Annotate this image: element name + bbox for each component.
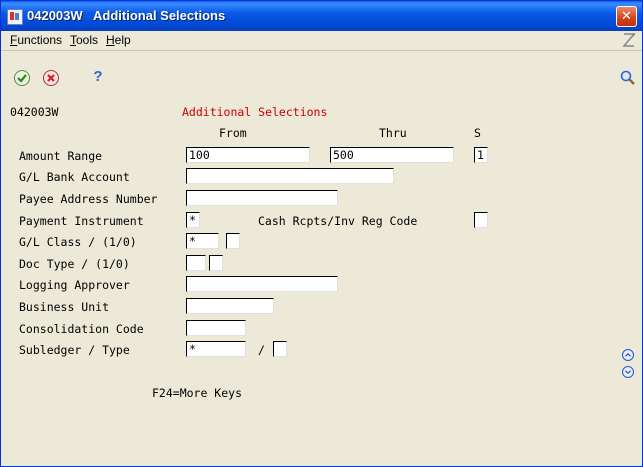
payee-address-number-input[interactable] bbox=[186, 190, 338, 206]
amount-from-input[interactable]: 100 bbox=[186, 147, 310, 163]
jde-logo-icon bbox=[622, 33, 636, 47]
cash-rcpts-code-label: Cash Rcpts/Inv Reg Code bbox=[258, 214, 418, 228]
menu-functions-rest: unctions bbox=[17, 33, 63, 47]
check-icon[interactable] bbox=[13, 69, 31, 87]
menu-help-rest: elp bbox=[114, 33, 131, 47]
menu-help[interactable]: Help bbox=[106, 33, 131, 47]
close-icon: ✕ bbox=[621, 9, 632, 24]
question-icon[interactable]: ? bbox=[89, 68, 107, 86]
menu-tools-rest: ools bbox=[76, 33, 99, 47]
consolidation-code-input[interactable] bbox=[186, 320, 246, 336]
gl-bank-account-label: G/L Bank Account bbox=[19, 170, 130, 184]
business-unit-label: Business Unit bbox=[19, 300, 110, 314]
payee-address-number-label: Payee Address Number bbox=[19, 192, 158, 206]
title-bar: 042003W Additional Selections ✕ bbox=[1, 1, 642, 31]
subledger-type-input[interactable] bbox=[273, 341, 287, 357]
app-icon bbox=[7, 9, 23, 25]
scroll-up-icon[interactable] bbox=[622, 349, 634, 361]
column-thru: Thru bbox=[379, 126, 407, 140]
doc-type-label: Doc Type / (1/0) bbox=[19, 257, 130, 271]
amount-thru-input[interactable]: 500 bbox=[330, 147, 454, 163]
toolbar: ? bbox=[1, 51, 642, 99]
consolidation-code-label: Consolidation Code bbox=[19, 322, 144, 336]
form-content: 042003W Additional Selections From Thru … bbox=[1, 99, 642, 466]
column-s: S bbox=[474, 126, 481, 140]
logging-approver-label: Logging Approver bbox=[19, 278, 130, 292]
payment-instrument-label: Payment Instrument bbox=[19, 214, 144, 228]
menu-bar: Functions Tools Help bbox=[1, 31, 642, 51]
gl-class-flag-input[interactable] bbox=[226, 233, 240, 249]
payment-instrument-input[interactable]: * bbox=[186, 212, 200, 228]
form-id: 042003W bbox=[10, 105, 59, 119]
gl-bank-account-input[interactable] bbox=[186, 168, 394, 184]
business-unit-input[interactable] bbox=[186, 298, 274, 314]
application-window: 042003W Additional Selections ✕ Function… bbox=[0, 0, 643, 467]
column-from: From bbox=[219, 126, 247, 140]
gl-class-input[interactable]: * bbox=[186, 233, 219, 249]
form-heading: Additional Selections bbox=[182, 105, 328, 119]
subledger-type-label: Subledger / Type bbox=[19, 343, 130, 357]
amount-s-input[interactable]: 1 bbox=[474, 147, 488, 163]
cash-rcpts-code-input[interactable] bbox=[474, 212, 488, 228]
logging-approver-input[interactable] bbox=[186, 276, 338, 292]
magnifier-icon[interactable] bbox=[619, 69, 637, 87]
window-title: 042003W Additional Selections bbox=[27, 8, 226, 23]
subledger-input[interactable]: * bbox=[186, 341, 246, 357]
scroll-down-icon[interactable] bbox=[622, 366, 634, 378]
doc-type-flag-input[interactable] bbox=[209, 255, 223, 271]
menu-functions[interactable]: Functions bbox=[10, 33, 62, 47]
menu-tools[interactable]: Tools bbox=[70, 33, 98, 47]
subledger-slash: / bbox=[258, 343, 265, 357]
doc-type-input[interactable] bbox=[186, 255, 206, 271]
amount-range-label: Amount Range bbox=[19, 149, 103, 163]
gl-class-label: G/L Class / (1/0) bbox=[19, 235, 137, 249]
function-keys-hint: F24=More Keys bbox=[152, 386, 243, 400]
cancel-icon[interactable] bbox=[42, 69, 60, 87]
close-button[interactable]: ✕ bbox=[616, 6, 637, 27]
menu-help-accel: H bbox=[106, 33, 115, 47]
